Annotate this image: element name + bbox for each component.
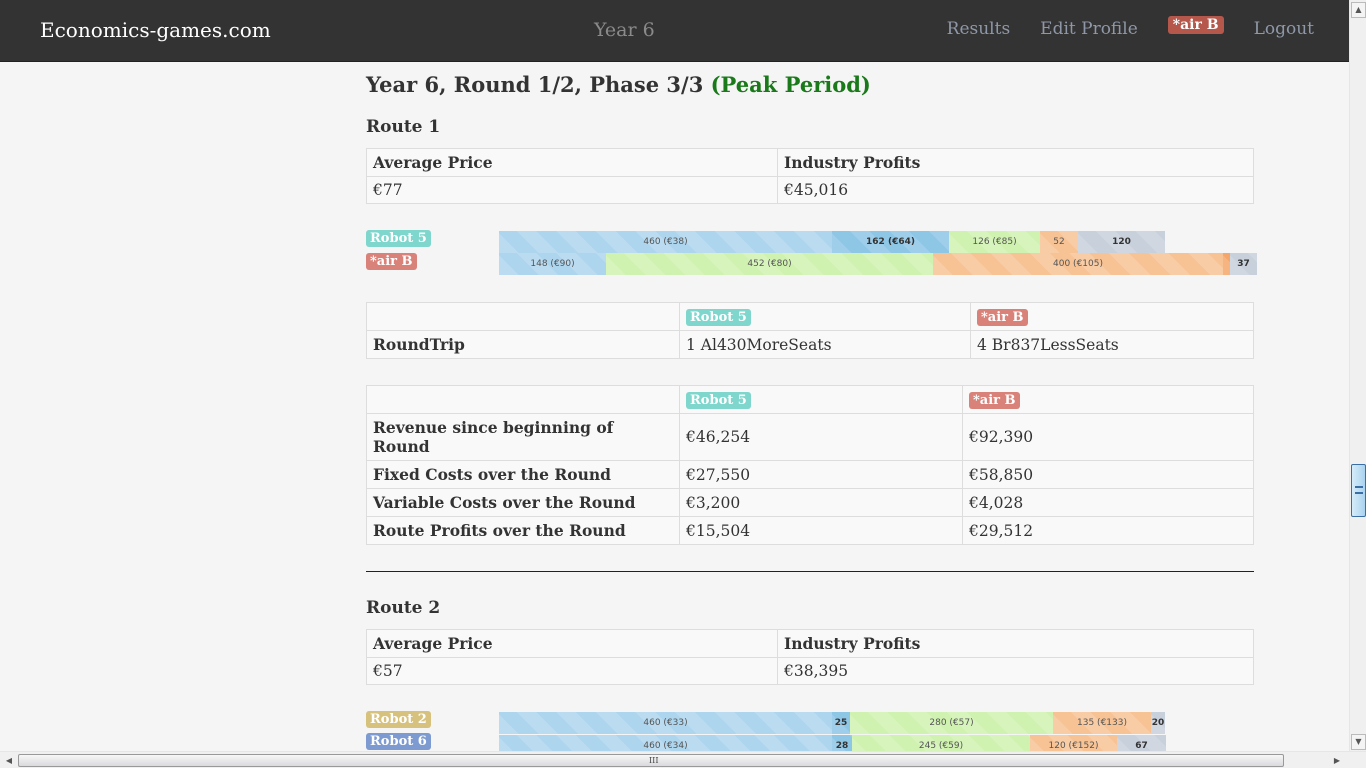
row-label: Route Profits over the Round [366, 516, 680, 545]
vertical-scrollbar[interactable]: ▲ ▼ [1349, 0, 1366, 751]
scroll-up-arrow-icon[interactable]: ▲ [1351, 2, 1366, 18]
bar-segment [1223, 253, 1230, 275]
cell-value: €3,200 [679, 488, 963, 517]
horizontal-scrollbar[interactable]: ◀ III ▶ [0, 751, 1366, 768]
cell-value: €58,850 [962, 460, 1254, 489]
avg-price-header: Average Price [366, 629, 778, 658]
brand-link[interactable]: Economics-games.com [40, 18, 271, 42]
nav-links: Results Edit Profile *air B Logout [917, 16, 1314, 39]
route-1-financials-table: Robot 5 *air B Revenue since beginning o… [366, 385, 1254, 545]
industry-profits-header: Industry Profits [777, 629, 1254, 658]
cell-value: €4,028 [962, 488, 1254, 517]
col-badge-robot-5: Robot 5 [686, 309, 751, 326]
industry-profits-value: €38,395 [777, 657, 1254, 685]
legend-robot-5: Robot 5 [366, 230, 431, 247]
bar-robot-2: 460 (€33) 25 280 (€57) 135 (€133) 20 [499, 712, 1165, 734]
avg-price-header: Average Price [366, 148, 778, 177]
cell-value: €46,254 [679, 413, 963, 461]
bar-segment: 460 (€33) [499, 712, 832, 734]
scroll-right-arrow-icon[interactable]: ▶ [1330, 754, 1344, 767]
route-1-title: Route 1 [366, 117, 441, 137]
cell-value: €15,504 [679, 516, 963, 545]
scroll-down-arrow-icon[interactable]: ▼ [1351, 734, 1366, 750]
table-row: Fixed Costs over the Round €27,550 €58,8… [366, 460, 1254, 489]
col-badge-air-b: *air B [977, 309, 1028, 326]
year-indicator: Year 6 [594, 19, 655, 41]
route-1-aircraft-table: Robot 5 *air B RoundTrip 1 Al430MoreSeat… [366, 302, 1254, 359]
cell-value: €92,390 [962, 413, 1254, 461]
bar-segment: 460 (€38) [499, 231, 832, 253]
legend-robot-6: Robot 6 [366, 733, 431, 750]
bar-segment: 120 [1078, 231, 1165, 253]
bar-segment: 20 [1151, 712, 1165, 734]
table-row: Variable Costs over the Round €3,200 €4,… [366, 488, 1254, 517]
bar-segment: 135 (€133) [1053, 712, 1151, 734]
bar-segment: 25 [832, 712, 850, 734]
period-label: (Peak Period) [710, 72, 871, 97]
route-1-seat-bars: Robot 5 *air B 460 (€38) 162 (€64) 126 (€8… [366, 230, 1257, 276]
cell-value: €27,550 [679, 460, 963, 489]
route-divider [366, 571, 1254, 572]
aircraft-air-b: 4 Br837LessSeats [970, 330, 1254, 359]
table-row: Revenue since beginning of Round €46,254… [366, 413, 1254, 461]
row-label: Fixed Costs over the Round [366, 460, 680, 489]
nav-results-link[interactable]: Results [947, 19, 1011, 39]
grip-icon: III [649, 756, 659, 765]
avg-price-value: €77 [366, 176, 778, 204]
cell-value: €29,512 [962, 516, 1254, 545]
bar-segment: 280 (€57) [850, 712, 1053, 734]
row-label: Variable Costs over the Round [366, 488, 680, 517]
bar-segment: 126 (€85) [949, 231, 1040, 253]
nav-edit-profile-link[interactable]: Edit Profile [1040, 19, 1138, 39]
bar-robot-5: 460 (€38) 162 (€64) 126 (€85) 52 120 [499, 231, 1165, 253]
bar-segment: 148 (€90) [499, 253, 606, 275]
bar-segment: 162 (€64) [832, 231, 949, 253]
table-row: Route Profits over the Round €15,504 €29… [366, 516, 1254, 545]
legend-robot-2: Robot 2 [366, 711, 431, 728]
bar-segment: 452 (€80) [606, 253, 933, 275]
vertical-scroll-thumb[interactable] [1351, 464, 1366, 517]
page-title: Year 6, Round 1/2, Phase 3/3 (Peak Perio… [366, 72, 1254, 97]
roundtrip-label: RoundTrip [366, 330, 680, 359]
scroll-left-arrow-icon[interactable]: ◀ [2, 754, 16, 767]
round-phase-title: Year 6, Round 1/2, Phase 3/3 [366, 72, 704, 97]
top-navbar: Economics-games.com Year 6 Results Edit … [0, 0, 1349, 62]
bar-segment: 52 [1040, 231, 1078, 253]
bar-segment: 37 [1230, 253, 1257, 275]
col-badge-robot-5: Robot 5 [686, 392, 751, 409]
legend-air-b: *air B [366, 253, 417, 270]
main-content: Year 6, Round 1/2, Phase 3/3 (Peak Perio… [366, 62, 1257, 757]
row-label: Revenue since beginning of Round [366, 413, 680, 461]
grip-icon [1355, 486, 1363, 494]
bar-segment: 400 (€105) [933, 253, 1223, 275]
industry-profits-value: €45,016 [777, 176, 1254, 204]
nav-logout-link[interactable]: Logout [1254, 19, 1314, 39]
horizontal-scroll-thumb[interactable]: III [18, 754, 1284, 767]
col-badge-air-b: *air B [969, 392, 1020, 409]
industry-profits-header: Industry Profits [777, 148, 1254, 177]
avg-price-value: €57 [366, 657, 778, 685]
route-1-summary-table: Average Price Industry Profits €77 €45,0… [366, 148, 1254, 204]
aircraft-robot-5: 1 Al430MoreSeats [679, 330, 971, 359]
user-badge[interactable]: *air B [1167, 16, 1224, 34]
bar-air-b: 148 (€90) 452 (€80) 400 (€105) 37 [499, 253, 1257, 275]
route-2-summary-table: Average Price Industry Profits €57 €38,3… [366, 629, 1254, 685]
route-2-title: Route 2 [366, 598, 441, 618]
